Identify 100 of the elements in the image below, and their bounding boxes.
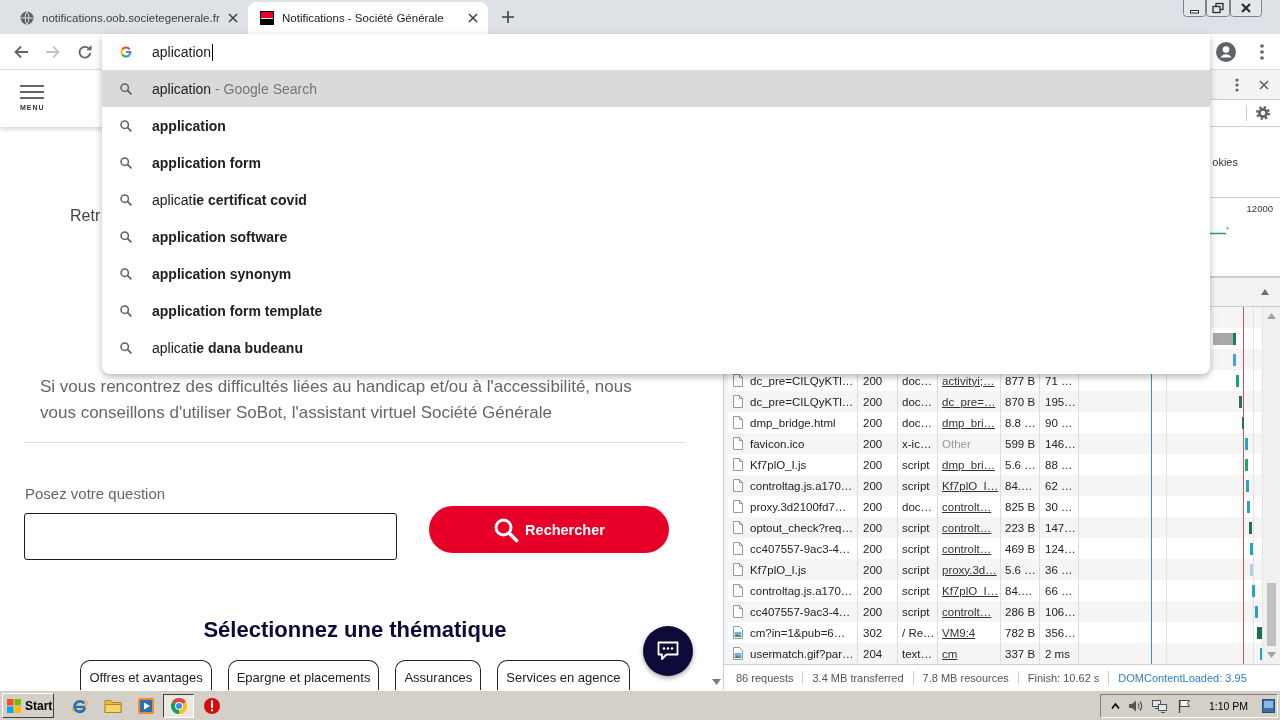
sort-arrow-icon[interactable] — [1261, 289, 1269, 295]
request-name[interactable]: favicon.ico — [750, 436, 805, 451]
initiator-link[interactable]: Kf7plO_I… — [942, 583, 999, 598]
start-button[interactable]: Start — [2, 693, 54, 718]
status-text: Finish: 10.62 s — [1027, 671, 1100, 684]
suggestion-item[interactable]: aplicatie certificat covid — [102, 181, 1210, 218]
address-field[interactable]: aplication — [102, 34, 1210, 70]
close-icon[interactable] — [468, 13, 478, 23]
page-text: Retr — [70, 206, 101, 226]
request-time: 62 … — [1045, 478, 1073, 493]
request-name[interactable]: usermatch.gif?par… — [750, 646, 854, 661]
resource-type: script — [902, 562, 930, 577]
request-name[interactable]: cm?in=1&pub=6… — [750, 625, 846, 640]
request-name[interactable]: dmp_bridge.html — [750, 415, 836, 430]
search-button[interactable]: Rechercher — [429, 506, 669, 553]
topic-button[interactable]: Services en agence — [497, 660, 630, 690]
request-time: 195… — [1045, 394, 1076, 409]
suggestion-item[interactable]: application synonym — [102, 255, 1210, 292]
kebab-menu-icon[interactable] — [1235, 77, 1239, 92]
resource-type: x-ic… — [902, 436, 932, 451]
status-code: 200 — [863, 541, 883, 556]
back-arrow-icon[interactable] — [13, 43, 29, 60]
resource-type: / Re… — [902, 625, 935, 640]
resource-type: script — [902, 457, 930, 472]
initiator-link[interactable]: controlt… — [942, 541, 992, 556]
square-logo-icon — [260, 11, 274, 25]
new-tab-icon[interactable] — [502, 11, 514, 23]
close-icon[interactable] — [228, 13, 238, 23]
status-text: 3.4 MB transferred — [812, 671, 904, 684]
request-name[interactable]: controltag.js.a170… — [750, 583, 853, 598]
suggestion-item[interactable]: application software — [102, 218, 1210, 255]
waterfall-bar — [1245, 437, 1248, 450]
status-code: 200 — [863, 604, 883, 619]
show-desktop-icon[interactable] — [1262, 698, 1276, 713]
waterfall-bar — [1257, 626, 1262, 639]
request-name[interactable]: Kf7plO_I.js — [750, 562, 807, 577]
minimize-icon[interactable] — [1183, 0, 1206, 17]
network-icon[interactable] — [1152, 698, 1167, 713]
reload-icon[interactable] — [77, 43, 93, 60]
close-icon[interactable] — [1259, 79, 1269, 90]
request-time: 106… — [1045, 604, 1076, 619]
resource-size: 84.… — [1005, 478, 1033, 493]
scrollbar-thumb[interactable] — [1267, 583, 1276, 646]
request-name[interactable]: cc407557-9ac3-4… — [750, 541, 851, 556]
initiator-link[interactable]: cm — [942, 646, 958, 661]
chevron-up-icon[interactable] — [1111, 701, 1120, 710]
request-name[interactable]: optout_check?req… — [750, 520, 853, 535]
browser-tab[interactable]: notifications.oob.societegenerale.fr — [8, 2, 248, 34]
status-code: 200 — [863, 583, 883, 598]
resource-type: doc… — [902, 394, 933, 409]
initiator-link[interactable]: dc_pre=… — [942, 394, 996, 409]
initiator-link[interactable]: proxy.3d… — [942, 562, 997, 577]
kebab-menu-icon[interactable] — [1260, 43, 1264, 60]
filter-option-text: okies — [1212, 156, 1238, 168]
initiator-link[interactable]: controlt… — [942, 604, 992, 619]
browser-tab[interactable]: Notifications - Société Générale — [248, 2, 488, 34]
suggestion-item[interactable]: aplicatie dana budeanu — [102, 329, 1210, 366]
initiator-link[interactable]: Kf7plO_I… — [942, 478, 999, 493]
avatar-icon[interactable] — [1216, 41, 1236, 62]
question-input[interactable] — [24, 513, 397, 560]
suggestion-item[interactable]: application — [102, 107, 1210, 144]
taskbar-button[interactable] — [163, 693, 194, 718]
close-icon[interactable] — [1230, 0, 1262, 17]
request-name[interactable]: Kf7plO_I.js — [750, 457, 807, 472]
status-text: 7.8 MB resources — [922, 671, 1009, 684]
request-time: 66 … — [1045, 583, 1073, 598]
speaker-icon[interactable] — [1128, 698, 1143, 713]
search-icon — [120, 82, 132, 95]
initiator-link[interactable]: controlt… — [942, 499, 992, 514]
resource-size: 8.8 … — [1005, 415, 1036, 430]
document-icon — [733, 479, 743, 492]
request-name[interactable]: cc407557-9ac3-4… — [750, 604, 851, 619]
request-name[interactable]: proxy.3d2100fd7… — [750, 499, 847, 514]
topic-button[interactable]: Offres et avantages — [80, 660, 212, 690]
request-name[interactable]: dc_pre=CILQyKTl… — [750, 394, 854, 409]
initiator-link[interactable]: controlt… — [942, 520, 992, 535]
status-text: 86 requests — [736, 671, 794, 684]
restore-icon[interactable] — [1206, 0, 1230, 17]
resource-type: script — [902, 583, 930, 598]
initiator-link[interactable]: activityi;… — [942, 373, 995, 388]
suggestion-item[interactable]: aplication - Google Search — [102, 70, 1210, 107]
topic-button[interactable]: Epargne et placements — [227, 660, 380, 690]
suggestion-item[interactable]: application form — [102, 144, 1210, 181]
request-name[interactable]: dc_pre=CILQyKTl… — [750, 373, 854, 388]
initiator-link[interactable]: VM9:4 — [942, 625, 976, 640]
document-icon — [733, 584, 743, 597]
document-icon — [733, 458, 743, 471]
flag-icon[interactable] — [1178, 698, 1191, 713]
request-name[interactable]: controltag.js.a170… — [750, 478, 853, 493]
chat-button[interactable] — [643, 626, 693, 676]
settings-icon[interactable] — [1256, 106, 1270, 120]
scroll-down-icon[interactable] — [712, 679, 721, 685]
initiator-link[interactable]: dmp_bri… — [942, 415, 996, 430]
waterfall-bar — [1245, 458, 1248, 471]
search-icon — [120, 156, 132, 169]
suggestion-item[interactable]: application form template — [102, 292, 1210, 329]
initiator-link[interactable]: dmp_bri… — [942, 457, 996, 472]
search-icon — [120, 119, 132, 132]
resource-type: script — [902, 520, 930, 535]
topic-button[interactable]: Assurances — [395, 660, 482, 690]
